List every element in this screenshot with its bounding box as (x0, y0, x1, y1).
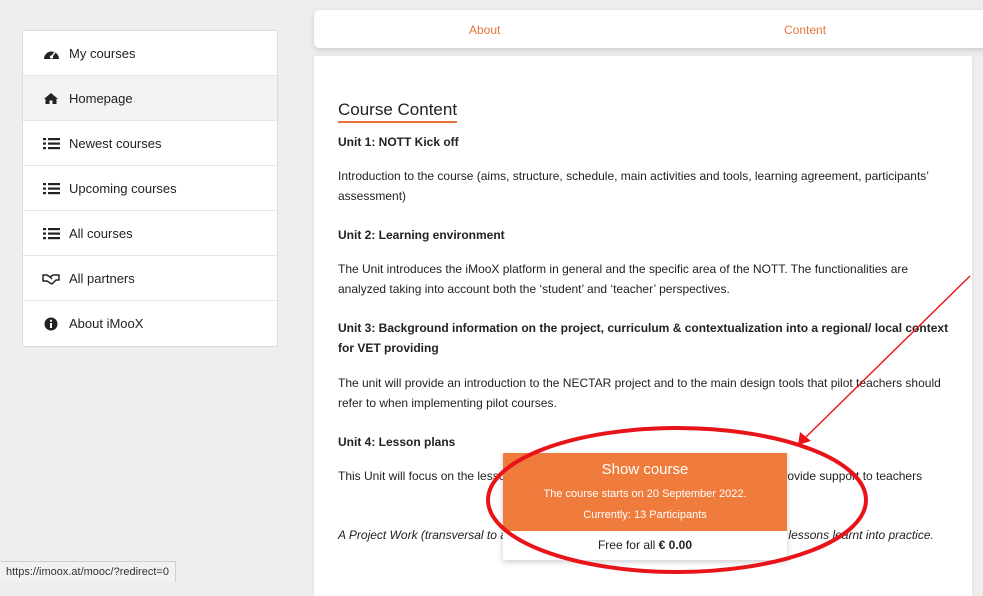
show-course-card: Show course The course starts on 20 Sept… (503, 453, 787, 560)
sidebar-item-label: About iMooX (69, 316, 144, 331)
info-icon (41, 316, 61, 332)
price-prefix: Free for all (597, 538, 659, 552)
list-icon (41, 135, 61, 151)
list-icon (41, 225, 61, 241)
unit-description: Introduction to the course (aims, struct… (338, 169, 929, 203)
unit-heading: Unit 3: Background information on the pr… (338, 321, 949, 355)
course-tabs: About Content (314, 10, 983, 48)
sidebar-item-newest-courses[interactable]: Newest courses (23, 121, 277, 166)
sidebar-item-label: Homepage (69, 90, 133, 106)
price-value: € 0.00 (658, 538, 693, 552)
show-course-button[interactable]: Show course The course starts on 20 Sept… (503, 453, 787, 531)
show-course-label: Show course (601, 461, 689, 478)
sidebar-item-label: Newest courses (69, 135, 162, 151)
sidebar-item-upcoming-courses[interactable]: Upcoming courses (23, 166, 277, 211)
sidebar-item-label: All partners (69, 270, 135, 286)
sidebar-menu: My courses Homepage Newest courses Upcom… (22, 30, 278, 347)
tab-about[interactable]: About (469, 23, 500, 37)
sidebar-item-homepage[interactable]: Homepage (23, 76, 277, 121)
sidebar-item-my-courses[interactable]: My courses (23, 31, 277, 76)
unit-heading: Unit 2: Learning environment (338, 228, 505, 242)
status-bar-url: https://imoox.at/mooc/?redirect=0 (0, 561, 176, 582)
page-title: Course Content (338, 100, 458, 123)
participant-count: Currently: 13 Participants (583, 509, 707, 521)
unit-heading: Unit 1: NOTT Kick off (338, 135, 459, 149)
price-info: Free for all € 0.00 (503, 531, 787, 560)
sidebar-item-label: Upcoming courses (69, 180, 177, 196)
unit-heading: Unit 4: Lesson plans (338, 435, 456, 449)
tab-content[interactable]: Content (784, 23, 826, 37)
unit-description: The unit will provide an introduction to… (338, 376, 941, 410)
sidebar-item-about-imoox[interactable]: About iMooX (23, 301, 277, 346)
sidebar-item-label: My courses (69, 45, 136, 61)
sidebar-item-all-courses[interactable]: All courses (23, 211, 277, 256)
sidebar-item-all-partners[interactable]: All partners (23, 256, 277, 301)
dashboard-icon (41, 45, 61, 61)
unit-description: The Unit introduces the iMooX platform i… (338, 262, 909, 296)
course-start-date: The course starts on 20 September 2022. (543, 488, 747, 500)
home-icon (41, 90, 61, 106)
handshake-icon (41, 270, 61, 286)
list-icon (41, 180, 61, 196)
sidebar-item-label: All courses (69, 225, 133, 241)
